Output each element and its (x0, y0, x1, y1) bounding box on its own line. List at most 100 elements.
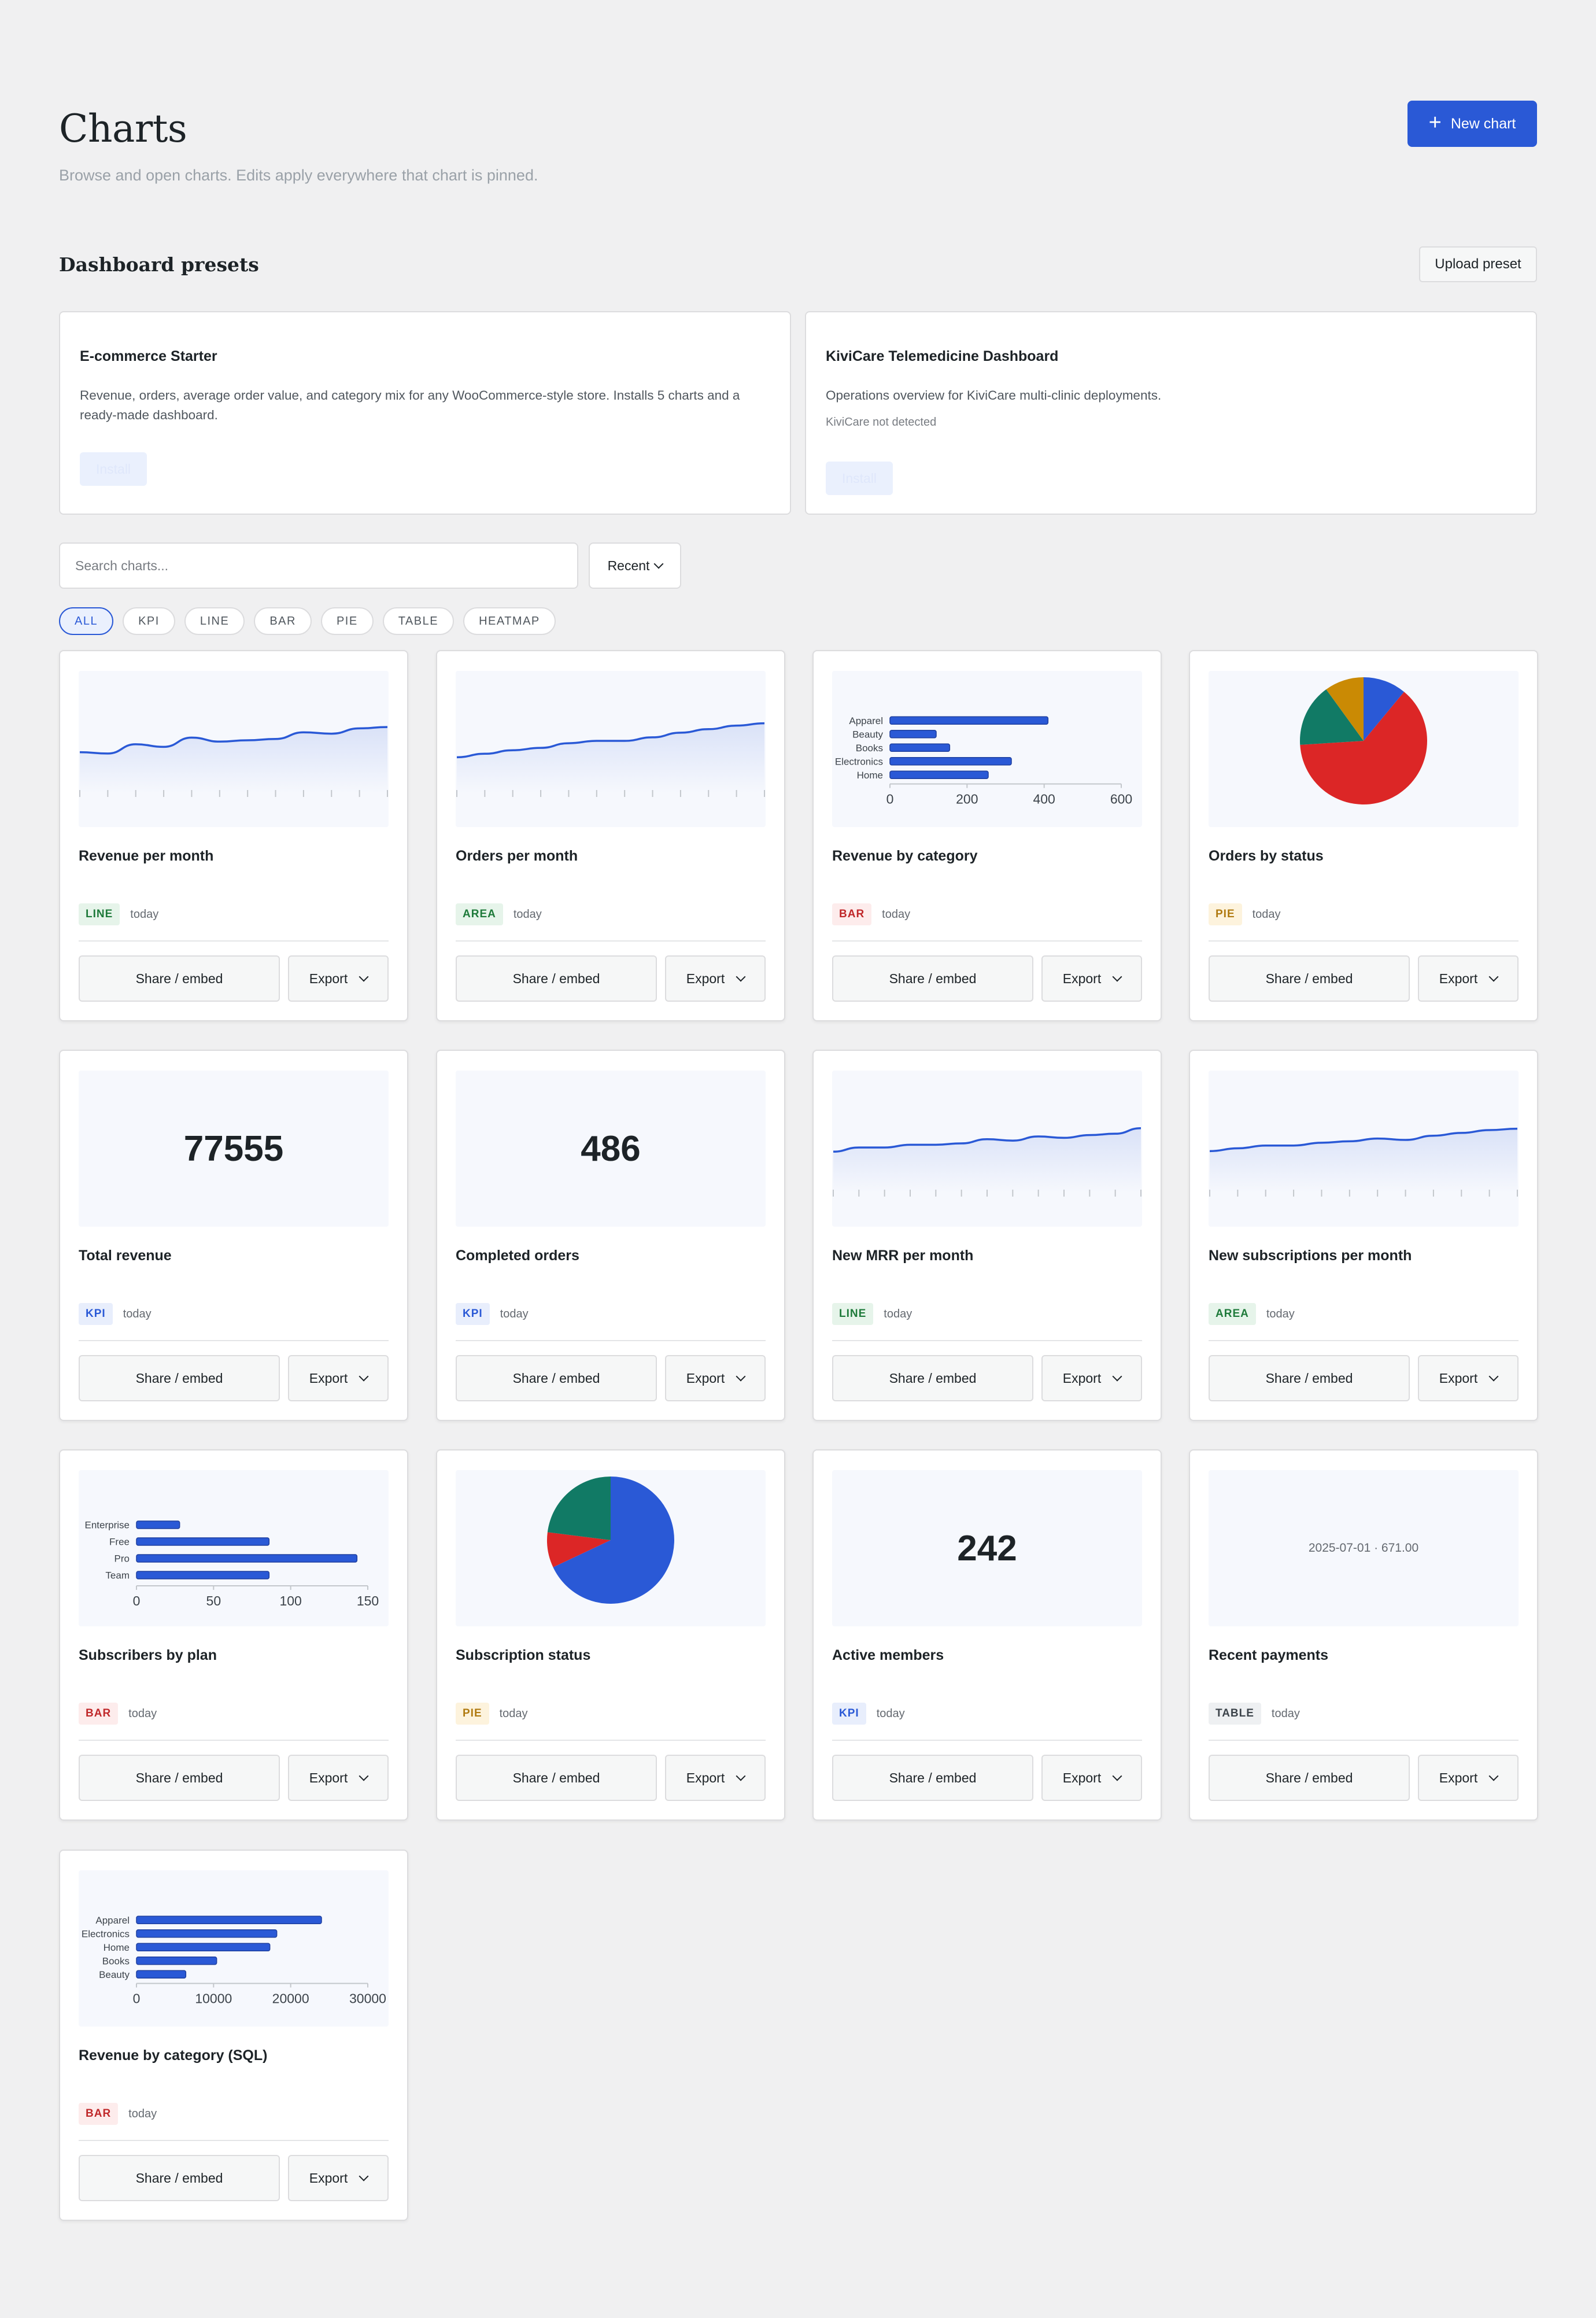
type-badge: TABLE (1209, 1703, 1261, 1725)
chart-preview: Enterprise Free Pro Team 0 50 100 150 (79, 1470, 389, 1626)
share-embed-button[interactable]: Share / embed (79, 2155, 280, 2201)
updated-time: today (876, 1707, 905, 1720)
chart-card[interactable]: Orders by status PIE today Share / embed … (1189, 650, 1538, 1021)
chart-title: Total revenue (79, 1247, 172, 1264)
chart-card[interactable]: Orders per month AREA today Share / embed… (436, 650, 785, 1021)
export-dropdown[interactable]: Export (1041, 1755, 1142, 1801)
share-embed-button[interactable]: Share / embed (832, 955, 1033, 1002)
upload-preset-button[interactable]: Upload preset (1419, 246, 1537, 282)
kpi-value: 486 (581, 1128, 641, 1169)
filter-table[interactable]: TABLE (382, 607, 455, 635)
export-dropdown[interactable]: Export (288, 955, 389, 1002)
chart-card[interactable]: New MRR per month LINE today Share / embe… (812, 1050, 1162, 1421)
divider (1209, 1340, 1519, 1341)
search-input[interactable] (59, 542, 578, 589)
export-dropdown[interactable]: Export (665, 1755, 766, 1801)
tick-label: 50 (206, 1593, 221, 1608)
divider (456, 1740, 766, 1741)
bar-chart: Enterprise Free Pro Team 0 50 100 150 (85, 1520, 379, 1609)
install-button[interactable]: Install (80, 452, 147, 486)
export-label: Export (686, 1370, 725, 1386)
share-embed-button[interactable]: Share / embed (79, 955, 280, 1002)
chevron-down-icon (1488, 1771, 1499, 1781)
share-embed-button[interactable]: Share / embed (832, 1755, 1033, 1801)
install-button[interactable]: Install (826, 462, 893, 495)
filter-kpi[interactable]: KPI (123, 607, 175, 635)
updated-time: today (500, 1307, 529, 1320)
chevron-down-icon (1112, 972, 1122, 982)
chart-title: Subscription status (456, 1647, 591, 1663)
export-label: Export (309, 1770, 348, 1785)
export-dropdown[interactable]: Export (1418, 955, 1519, 1002)
filter-bar[interactable]: BAR (254, 607, 312, 635)
chart-card[interactable]: Apparel Beauty Books Electronics Home 0 200 400… (812, 650, 1162, 1021)
chart-title: Revenue per month (79, 848, 214, 864)
share-embed-button[interactable]: Share / embed (832, 1355, 1033, 1401)
share-embed-button[interactable]: Share / embed (456, 955, 657, 1002)
category-label: Pro (114, 1553, 130, 1564)
chevron-down-icon (359, 1771, 369, 1781)
chart-card[interactable]: 486 Completed orders KPI today Share / em… (436, 1050, 785, 1421)
tick-label: 0 (133, 1593, 141, 1608)
export-dropdown[interactable]: Export (1418, 1755, 1519, 1801)
type-badge: LINE (832, 1303, 874, 1325)
presets-section-title: Dashboard presets (59, 253, 259, 276)
preset-card-ecommerce: E-commerce Starter Revenue, orders, aver… (59, 311, 791, 515)
chart-card[interactable]: 242 Active members KPI today Share / embe… (812, 1449, 1162, 1821)
bar (889, 730, 937, 739)
bar (136, 1957, 217, 1965)
tick-label: 200 (956, 792, 978, 807)
chart-card[interactable]: Enterprise Free Pro Team 0 50 100 150 Subscribe… (59, 1449, 408, 1821)
bar (136, 1970, 187, 1979)
chart-preview (1209, 1071, 1519, 1227)
export-dropdown[interactable]: Export (665, 1355, 766, 1401)
bar (136, 1520, 180, 1529)
share-embed-button[interactable]: Share / embed (79, 1355, 280, 1401)
share-embed-button[interactable]: Share / embed (456, 1355, 657, 1401)
filter-all[interactable]: ALL (59, 607, 114, 635)
divider (79, 1740, 389, 1741)
chart-title: Recent payments (1209, 1647, 1329, 1663)
filter-heatmap[interactable]: HEATMAP (463, 607, 556, 635)
export-dropdown[interactable]: Export (1418, 1355, 1519, 1401)
filter-pie[interactable]: PIE (320, 607, 374, 635)
export-dropdown[interactable]: Export (288, 1755, 389, 1801)
sort-select[interactable]: Recent (589, 542, 681, 589)
divider (1209, 940, 1519, 942)
export-dropdown[interactable]: Export (1041, 955, 1142, 1002)
export-label: Export (309, 1370, 348, 1386)
kpi-value: 77555 (183, 1128, 284, 1169)
chart-card[interactable]: 77555 Total revenue KPI today Share / emb… (59, 1050, 408, 1421)
export-label: Export (1439, 1770, 1478, 1785)
export-dropdown[interactable]: Export (288, 1355, 389, 1401)
export-label: Export (1062, 1770, 1102, 1785)
chart-card[interactable]: 2025-07-01 · 671.00 Recent payments TABL… (1189, 1449, 1538, 1821)
page-subtitle: Browse and open charts. Edits apply ever… (59, 167, 538, 184)
share-embed-button[interactable]: Share / embed (79, 1755, 280, 1801)
chart-card[interactable]: Apparel Electronics Home Books Beauty 0 10000 2… (59, 1850, 408, 2221)
share-embed-button[interactable]: Share / embed (1209, 955, 1410, 1002)
chart-card[interactable]: Revenue per month LINE today Share / embe… (59, 650, 408, 1021)
chart-card[interactable]: Subscription status PIE today Share / emb… (436, 1449, 785, 1821)
new-chart-button[interactable]: + New chart (1407, 101, 1537, 147)
chart-preview: 2025-07-01 · 671.00 (1209, 1470, 1519, 1626)
chart-preview: Apparel Electronics Home Books Beauty 0 10000 2… (79, 1870, 389, 2027)
export-dropdown[interactable]: Export (665, 955, 766, 1002)
chevron-down-icon (1488, 1371, 1499, 1382)
share-embed-button[interactable]: Share / embed (1209, 1755, 1410, 1801)
tick-label: 100 (279, 1593, 301, 1608)
preset-name: E-commerce Starter (80, 348, 217, 364)
share-embed-button[interactable]: Share / embed (1209, 1355, 1410, 1401)
tick-label: 0 (133, 1991, 141, 2006)
updated-time: today (882, 907, 911, 921)
filter-line[interactable]: LINE (184, 607, 245, 635)
export-label: Export (686, 970, 725, 986)
chart-title: Active members (832, 1647, 944, 1663)
category-label: Beauty (852, 729, 883, 740)
export-dropdown[interactable]: Export (1041, 1355, 1142, 1401)
share-embed-button[interactable]: Share / embed (456, 1755, 657, 1801)
chart-card[interactable]: New subscriptions per month AREA today Sh… (1189, 1050, 1538, 1421)
chevron-down-icon (653, 559, 664, 569)
divider (1209, 1740, 1519, 1741)
export-dropdown[interactable]: Export (288, 2155, 389, 2201)
